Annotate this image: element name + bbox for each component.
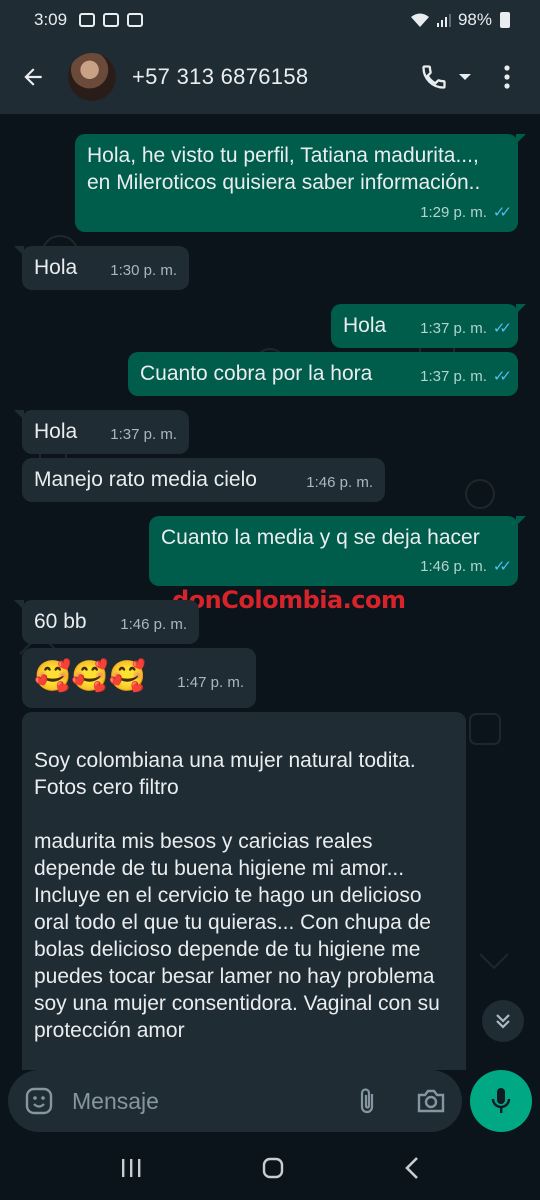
message-incoming[interactable]: Hola 1:30 p. m. bbox=[14, 246, 189, 290]
message-time: 1:46 p. m. bbox=[120, 616, 187, 633]
message-text: Hola bbox=[34, 256, 78, 279]
message-time: 1:37 p. m. bbox=[110, 426, 177, 443]
call-button[interactable] bbox=[420, 57, 472, 97]
message-text: Cuanto cobra por la hora bbox=[140, 362, 373, 385]
message-outgoing[interactable]: Cuanto cobra por la hora 1:37 p. m. ✓✓ bbox=[128, 352, 518, 396]
status-time: 3:09 bbox=[34, 10, 68, 29]
message-time: 1:47 p. m. bbox=[177, 674, 244, 691]
message-time: 1:46 p. m. bbox=[306, 474, 373, 491]
message-incoming-long[interactable]: Soy colombiana una mujer natural todita.… bbox=[22, 712, 466, 1070]
message-text: 60 bb bbox=[34, 610, 87, 633]
message-text: Hola bbox=[343, 314, 387, 337]
battery-icon bbox=[500, 12, 510, 28]
scroll-down-button[interactable] bbox=[482, 1000, 524, 1042]
message-time: 1:46 p. m. bbox=[420, 558, 487, 575]
mic-icon bbox=[491, 1088, 511, 1113]
message-input[interactable]: Mensaje bbox=[72, 1088, 354, 1115]
message-time: 1:29 p. m. bbox=[420, 204, 487, 221]
attach-icon[interactable] bbox=[354, 1086, 382, 1116]
message-outgoing[interactable]: Hola, he visto tu perfil, Tatiana maduri… bbox=[75, 134, 526, 232]
back-button[interactable] bbox=[18, 62, 48, 92]
battery-percent: 98% bbox=[457, 10, 492, 29]
message-text: Soy colombiana una mujer natural todita.… bbox=[34, 749, 440, 1042]
gallery-notification-icon bbox=[79, 13, 96, 27]
message-text: Manejo rato media cielo bbox=[34, 468, 257, 491]
read-ticks-icon: ✓✓ bbox=[492, 320, 512, 337]
message-text: Hola bbox=[34, 420, 78, 443]
camera-icon[interactable] bbox=[416, 1087, 446, 1115]
message-incoming[interactable]: 60 bb 1:46 p. m. bbox=[14, 600, 199, 644]
media-notification-icon-2 bbox=[127, 13, 144, 27]
status-bar: 3:09 98% bbox=[0, 0, 540, 40]
phone-icon bbox=[422, 65, 446, 89]
back-nav-icon[interactable] bbox=[403, 1156, 421, 1180]
scroll-down-icon bbox=[496, 1014, 510, 1029]
more-options-button[interactable] bbox=[492, 57, 522, 97]
message-text: 🥰🥰🥰 bbox=[34, 660, 147, 693]
read-ticks-icon: ✓✓ bbox=[492, 558, 512, 575]
back-arrow-icon bbox=[24, 68, 42, 86]
message-incoming-emoji[interactable]: 🥰🥰🥰 1:47 p. m. bbox=[22, 648, 256, 708]
read-ticks-icon: ✓✓ bbox=[492, 368, 512, 385]
message-incoming[interactable]: Hola 1:37 p. m. bbox=[14, 410, 189, 454]
more-vert-icon bbox=[504, 65, 510, 89]
message-text: Cuanto la media y q se deja hacer bbox=[161, 526, 480, 549]
emoji-icon[interactable] bbox=[24, 1086, 54, 1116]
system-nav-bar bbox=[0, 1136, 540, 1200]
signal-icon bbox=[436, 14, 451, 27]
dropdown-icon bbox=[459, 74, 471, 80]
home-icon[interactable] bbox=[261, 1156, 285, 1180]
message-input-container[interactable]: Mensaje bbox=[8, 1070, 462, 1132]
composer-bar: Mensaje bbox=[0, 1070, 540, 1136]
message-time: 1:37 p. m. bbox=[420, 320, 487, 337]
chat-header: +57 313 6876158 bbox=[0, 40, 540, 114]
message-time: 1:37 p. m. bbox=[420, 368, 487, 385]
media-notification-icon bbox=[103, 13, 120, 27]
message-outgoing[interactable]: Cuanto la media y q se deja hacer 1:46 p… bbox=[149, 516, 526, 586]
message-incoming[interactable]: Manejo rato media cielo 1:46 p. m. bbox=[22, 458, 385, 502]
contact-name[interactable]: +57 313 6876158 bbox=[132, 64, 308, 90]
recent-apps-icon[interactable] bbox=[119, 1157, 143, 1179]
message-outgoing[interactable]: Hola 1:37 p. m. ✓✓ bbox=[331, 304, 526, 348]
message-time: 1:30 p. m. bbox=[110, 262, 177, 279]
read-ticks-icon: ✓✓ bbox=[492, 204, 512, 221]
message-text: Hola, he visto tu perfil, Tatiana maduri… bbox=[87, 144, 481, 194]
wifi-icon bbox=[410, 13, 429, 27]
chat-area[interactable]: Hola, he visto tu perfil, Tatiana maduri… bbox=[0, 114, 540, 1070]
contact-avatar[interactable] bbox=[68, 53, 116, 101]
watermark-logo: donColombia.com bbox=[172, 586, 406, 614]
voice-message-button[interactable] bbox=[470, 1070, 532, 1132]
